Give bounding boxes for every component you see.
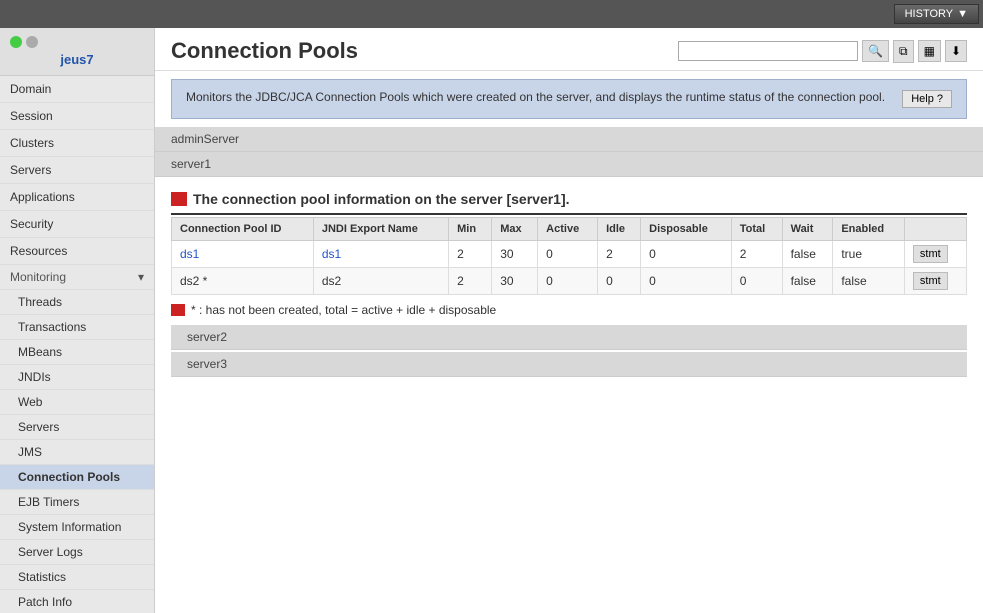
- sidebar-sub-ejb-timers[interactable]: EJB Timers: [0, 490, 154, 515]
- admin-server-row[interactable]: adminServer: [155, 127, 983, 152]
- export-button[interactable]: ⬇: [945, 40, 967, 62]
- sidebar-sub-statistics[interactable]: Statistics: [0, 565, 154, 590]
- cell-active: 0: [538, 241, 598, 268]
- pool-section: The connection pool information on the s…: [171, 185, 967, 377]
- cell-active: 0: [538, 268, 598, 295]
- cell-total: 2: [731, 241, 782, 268]
- col-header-pool-id: Connection Pool ID: [172, 218, 314, 241]
- search-input[interactable]: [678, 41, 858, 61]
- server2-row[interactable]: server2: [171, 325, 967, 350]
- sidebar-item-resources[interactable]: Resources: [0, 238, 154, 265]
- sidebar-sub-jms[interactable]: JMS: [0, 440, 154, 465]
- note-text: * : has not been created, total = active…: [191, 303, 496, 317]
- note-flag-icon: [171, 304, 185, 316]
- sidebar-item-servers[interactable]: Servers: [0, 157, 154, 184]
- search-button[interactable]: 🔍: [862, 40, 889, 62]
- sidebar-sub-server-logs[interactable]: Server Logs: [0, 540, 154, 565]
- sidebar-sub-connection-pools[interactable]: Connection Pools: [0, 465, 154, 490]
- status-dot-green: [10, 36, 22, 48]
- col-header-jndi: JNDI Export Name: [313, 218, 448, 241]
- cell-min: 2: [449, 268, 492, 295]
- jndi-link[interactable]: ds1: [322, 247, 341, 261]
- col-header-total: Total: [731, 218, 782, 241]
- status-dot-gray: [26, 36, 38, 48]
- sidebar-sub-transactions[interactable]: Transactions: [0, 315, 154, 340]
- col-header-wait: Wait: [782, 218, 833, 241]
- sidebar-item-session[interactable]: Session: [0, 103, 154, 130]
- sidebar-sub-web[interactable]: Web: [0, 390, 154, 415]
- sidebar-item-clusters[interactable]: Clusters: [0, 130, 154, 157]
- monitoring-chevron-icon: ▾: [138, 270, 144, 284]
- cell-enabled: true: [833, 241, 905, 268]
- info-text: Monitors the JDBC/JCA Connection Pools w…: [186, 90, 885, 104]
- info-bar: Monitors the JDBC/JCA Connection Pools w…: [171, 79, 967, 119]
- sidebar-item-security[interactable]: Security: [0, 211, 154, 238]
- sidebar-sub-patch-info[interactable]: Patch Info: [0, 590, 154, 613]
- col-header-disposable: Disposable: [641, 218, 732, 241]
- cell-max: 30: [492, 241, 538, 268]
- table-row: ds1ds12300202falsetruestmt: [172, 241, 967, 268]
- cell-idle: 2: [598, 241, 641, 268]
- pool-id-link[interactable]: ds1: [180, 247, 199, 261]
- sidebar-item-domain[interactable]: Domain: [0, 76, 154, 103]
- sidebar-sub-system-info[interactable]: System Information: [0, 515, 154, 540]
- cell-idle: 0: [598, 268, 641, 295]
- history-label: HISTORY: [905, 8, 954, 20]
- col-header-max: Max: [492, 218, 538, 241]
- sidebar-sub-jndis[interactable]: JNDIs: [0, 365, 154, 390]
- col-header-min: Min: [449, 218, 492, 241]
- sidebar-sub-mbeans[interactable]: MBeans: [0, 340, 154, 365]
- cell-disposable: 0: [641, 268, 732, 295]
- copy-button[interactable]: ⧉: [893, 40, 914, 63]
- col-header-action: [904, 218, 966, 241]
- chevron-down-icon: ▼: [957, 8, 968, 20]
- table-row: ds2 *ds22300000falsefalsestmt: [172, 268, 967, 295]
- help-button[interactable]: Help ?: [902, 90, 952, 108]
- cell-enabled: false: [833, 268, 905, 295]
- monitoring-label: Monitoring: [10, 270, 66, 284]
- cell-wait: false: [782, 268, 833, 295]
- sidebar-sub-servers[interactable]: Servers: [0, 415, 154, 440]
- red-flag-icon: [171, 192, 187, 206]
- connection-pool-table: Connection Pool ID JNDI Export Name Min …: [171, 217, 967, 295]
- col-header-idle: Idle: [598, 218, 641, 241]
- cell-wait: false: [782, 241, 833, 268]
- cell-total: 0: [731, 268, 782, 295]
- cell-disposable: 0: [641, 241, 732, 268]
- sidebar-monitoring-section[interactable]: Monitoring ▾: [0, 265, 154, 290]
- stmt-button[interactable]: stmt: [913, 245, 948, 263]
- page-title: Connection Pools: [171, 38, 358, 64]
- col-header-active: Active: [538, 218, 598, 241]
- server1-row[interactable]: server1: [155, 152, 983, 177]
- sidebar-item-applications[interactable]: Applications: [0, 184, 154, 211]
- pool-section-title: The connection pool information on the s…: [193, 191, 570, 207]
- grid-button[interactable]: ▦: [918, 40, 941, 62]
- note: * : has not been created, total = active…: [171, 303, 967, 317]
- sidebar-sub-threads[interactable]: Threads: [0, 290, 154, 315]
- cell-max: 30: [492, 268, 538, 295]
- app-name: jeus7: [10, 52, 144, 67]
- stmt-button[interactable]: stmt: [913, 272, 948, 290]
- col-header-enabled: Enabled: [833, 218, 905, 241]
- history-button[interactable]: HISTORY ▼: [894, 4, 979, 24]
- cell-min: 2: [449, 241, 492, 268]
- server3-row[interactable]: server3: [171, 352, 967, 377]
